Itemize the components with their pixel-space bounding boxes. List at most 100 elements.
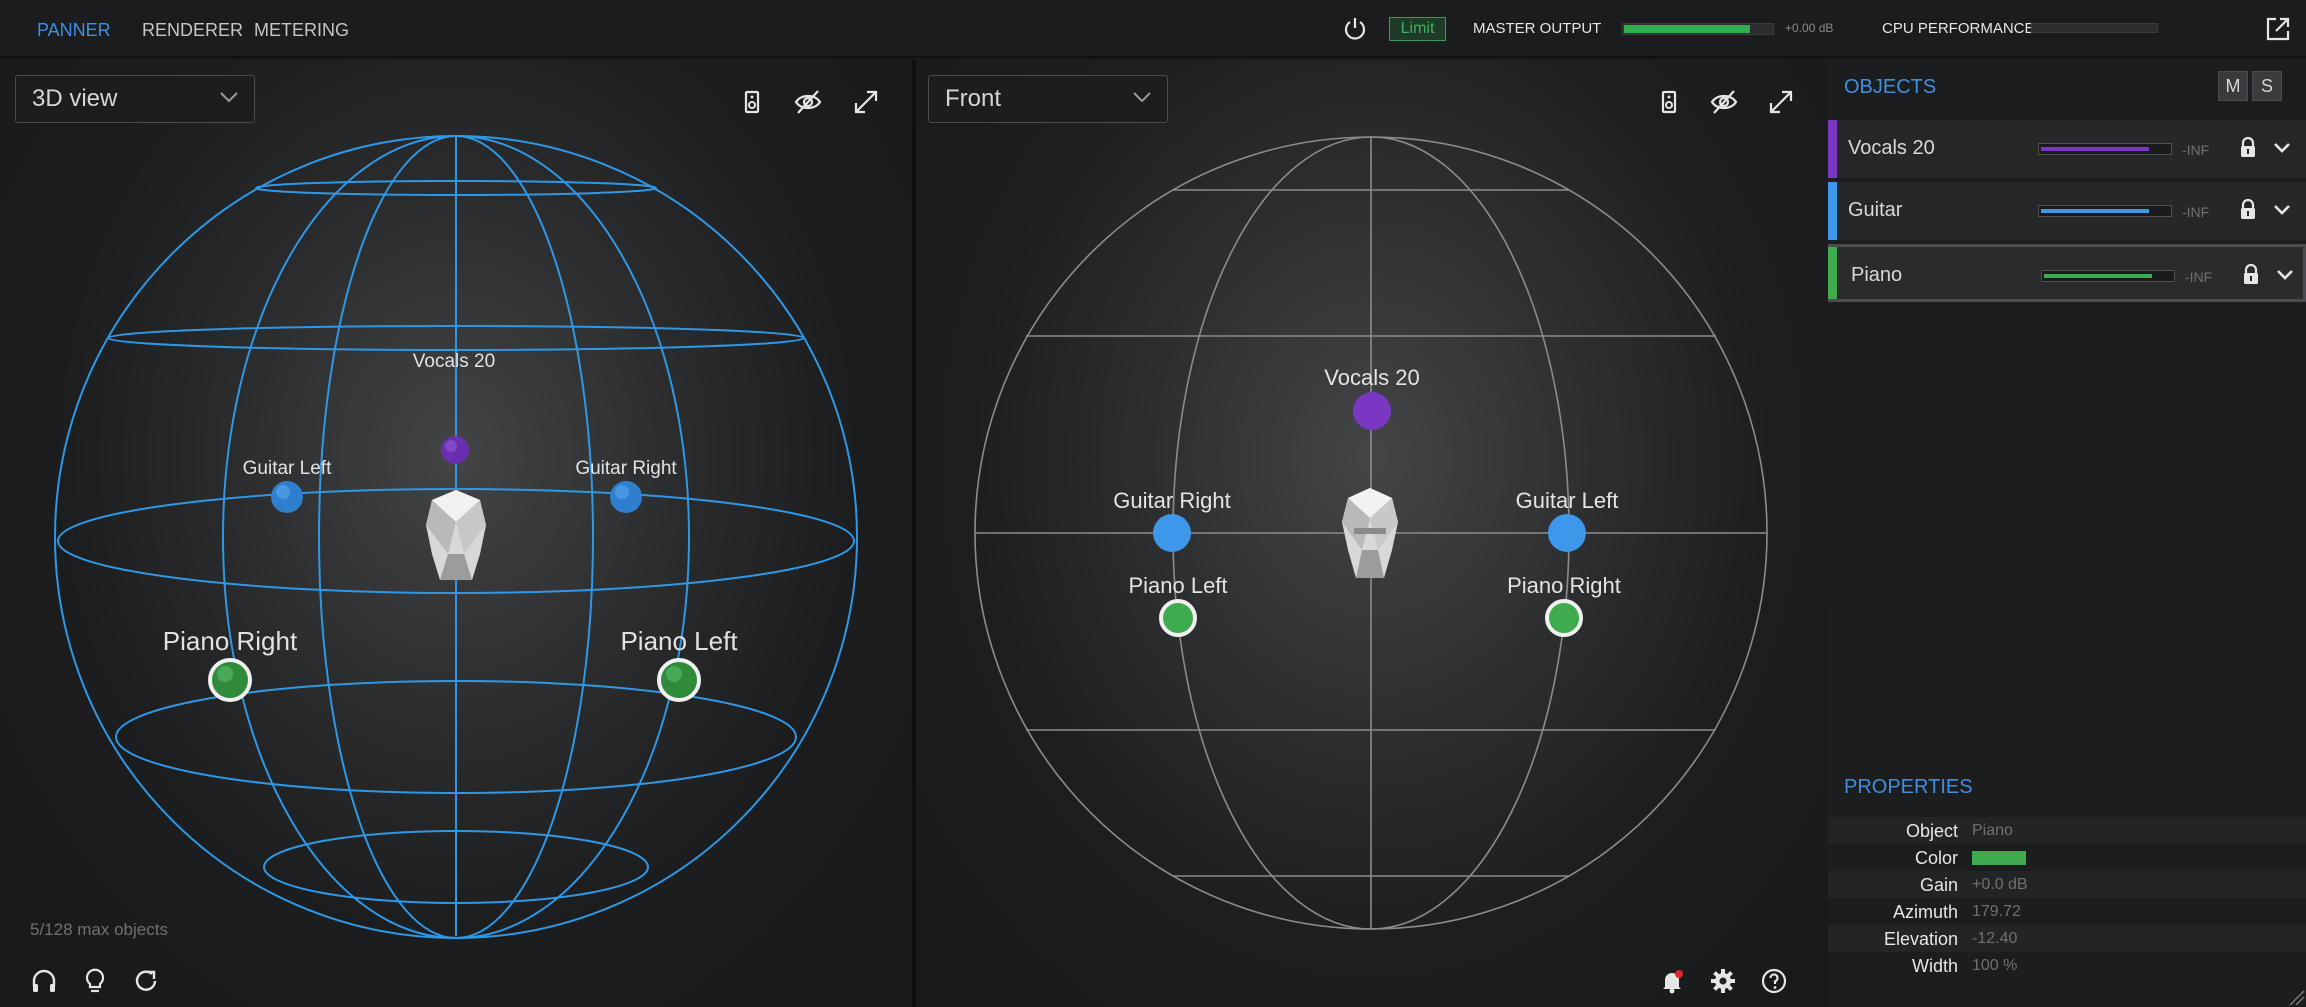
label-vocals-3d: Vocals 20 bbox=[413, 351, 495, 372]
property-row: Object Piano bbox=[1828, 817, 2306, 844]
cpu-performance-label: CPU PERFORMANCE bbox=[1882, 20, 2035, 37]
object-level-db: -INF bbox=[2182, 204, 2210, 220]
chevron-down-icon[interactable] bbox=[2275, 267, 2295, 283]
help-icon[interactable] bbox=[1759, 966, 1789, 996]
object-vocals-front[interactable] bbox=[1353, 392, 1391, 430]
property-value[interactable]: 100 % bbox=[1972, 957, 2017, 975]
property-value[interactable]: -12.40 bbox=[1972, 930, 2017, 948]
top-bar: PANNER RENDERER METERING Limit MASTER OU… bbox=[0, 0, 2306, 58]
label-piano-left-3d: Piano Left bbox=[620, 626, 738, 656]
popout-icon[interactable] bbox=[2263, 14, 2293, 44]
label-guitar-left-front: Guitar Left bbox=[1516, 488, 1619, 513]
lock-icon[interactable] bbox=[2238, 136, 2258, 158]
object-guitar-left-3d[interactable] bbox=[271, 481, 303, 513]
sphere-front-scene[interactable]: Vocals 20 Guitar Right Guitar Left Piano… bbox=[916, 60, 1828, 1007]
property-label: Color bbox=[1914, 848, 1958, 868]
solo-button[interactable]: S bbox=[2252, 71, 2282, 101]
gear-icon[interactable] bbox=[1708, 966, 1738, 996]
object-piano-left-3d[interactable] bbox=[657, 658, 701, 702]
object-name: Guitar bbox=[1848, 199, 1903, 221]
expand-icon[interactable] bbox=[1765, 86, 1797, 118]
sidebar: OBJECTS M S Vocals 20 -INF Guitar -INF Piano… bbox=[1828, 60, 2306, 1007]
object-guitar-left-front[interactable] bbox=[1548, 514, 1586, 552]
property-label: Gain bbox=[1919, 875, 1958, 895]
property-row: Elevation -12.40 bbox=[1828, 925, 2306, 952]
object-level-meter bbox=[2041, 270, 2175, 282]
label-piano-right-front: Piano Right bbox=[1507, 573, 1621, 598]
lock-icon[interactable] bbox=[2241, 263, 2261, 285]
limit-toggle[interactable]: Limit bbox=[1389, 17, 1446, 41]
tab-renderer[interactable]: RENDERER bbox=[142, 20, 243, 41]
object-level-fill bbox=[2041, 147, 2149, 151]
chevron-down-icon[interactable] bbox=[2272, 202, 2292, 218]
chevron-down-icon bbox=[220, 92, 238, 103]
objects-title: OBJECTS bbox=[1844, 76, 1937, 98]
mute-button[interactable]: M bbox=[2218, 71, 2248, 101]
label-guitar-left-3d: Guitar Left bbox=[243, 458, 332, 479]
master-output-db: +0.00 dB bbox=[1785, 21, 1834, 35]
eye-off-icon[interactable] bbox=[1708, 86, 1740, 118]
label-vocals-front: Vocals 20 bbox=[1324, 365, 1419, 390]
object-piano-right-3d[interactable] bbox=[208, 658, 252, 702]
color-swatch[interactable] bbox=[1972, 851, 2026, 865]
property-label: Azimuth bbox=[1892, 902, 1958, 922]
tab-panner[interactable]: PANNER bbox=[37, 20, 111, 41]
view-mode-select-right[interactable]: Front bbox=[928, 75, 1168, 123]
refresh-icon[interactable] bbox=[131, 966, 161, 996]
object-count: 5/128 max objects bbox=[30, 920, 168, 939]
property-value[interactable]: +0.0 dB bbox=[1972, 876, 2028, 894]
lock-icon[interactable] bbox=[2238, 198, 2258, 220]
chevron-down-icon bbox=[1133, 92, 1151, 103]
object-guitar-right-3d[interactable] bbox=[610, 481, 642, 513]
view-mode-select-left[interactable]: 3D view bbox=[15, 75, 255, 123]
resize-grip-icon[interactable] bbox=[2282, 983, 2306, 1007]
object-level-fill bbox=[2044, 274, 2152, 278]
property-row: Azimuth 179.72 bbox=[1828, 898, 2306, 925]
lightbulb-icon[interactable] bbox=[80, 966, 110, 996]
master-output-meter bbox=[1622, 23, 1774, 35]
headphones-icon[interactable] bbox=[29, 966, 59, 996]
chevron-down-icon[interactable] bbox=[2272, 140, 2292, 156]
speaker-icon[interactable] bbox=[1653, 86, 1685, 118]
object-guitar-right-front[interactable] bbox=[1153, 514, 1191, 552]
panner-front-view[interactable]: Vocals 20 Guitar Right Guitar Left Piano… bbox=[916, 60, 1828, 1007]
object-row[interactable]: Vocals 20 -INF bbox=[1828, 120, 2306, 178]
view-mode-value: 3D view bbox=[32, 85, 118, 112]
master-output-label: MASTER OUTPUT bbox=[1473, 20, 1602, 37]
property-value[interactable]: Piano bbox=[1972, 822, 2013, 840]
listener-head-icon bbox=[426, 490, 486, 580]
object-row[interactable]: Piano -INF bbox=[1828, 244, 2306, 302]
property-value[interactable]: 179.72 bbox=[1972, 903, 2021, 921]
expand-icon[interactable] bbox=[850, 86, 882, 118]
speaker-icon[interactable] bbox=[736, 86, 768, 118]
property-row: Gain +0.0 dB bbox=[1828, 871, 2306, 898]
object-level-db: -INF bbox=[2182, 142, 2210, 158]
master-output-meter-fill bbox=[1624, 25, 1750, 33]
object-color-stripe bbox=[1828, 182, 1837, 240]
object-level-db: -INF bbox=[2185, 269, 2213, 285]
label-piano-right-3d: Piano Right bbox=[163, 626, 298, 656]
sphere-3d-scene[interactable]: Vocals 20 Guitar Left Guitar Right Piano… bbox=[0, 60, 912, 1007]
object-color-stripe bbox=[1828, 120, 1837, 178]
property-label: Object bbox=[1905, 821, 1958, 841]
bell-icon[interactable] bbox=[1657, 966, 1687, 996]
object-name: Piano bbox=[1851, 264, 1903, 286]
object-piano-right-front[interactable] bbox=[1545, 599, 1583, 637]
power-icon[interactable] bbox=[1340, 14, 1370, 44]
label-guitar-right-front: Guitar Right bbox=[1113, 488, 1230, 513]
object-level-meter bbox=[2038, 143, 2172, 155]
label-piano-left-front: Piano Left bbox=[1128, 573, 1227, 598]
view-mode-value: Front bbox=[945, 85, 1002, 112]
properties-title: PROPERTIES bbox=[1844, 776, 1973, 798]
property-row: Width 100 % bbox=[1828, 952, 2306, 979]
cpu-performance-meter bbox=[2031, 23, 2158, 33]
property-label: Elevation bbox=[1883, 929, 1958, 949]
object-vocals-3d[interactable] bbox=[441, 436, 469, 464]
property-row: Color bbox=[1828, 844, 2306, 871]
panner-3d-view[interactable]: Vocals 20 Guitar Left Guitar Right Piano… bbox=[0, 60, 912, 1007]
eye-off-icon[interactable] bbox=[792, 86, 824, 118]
object-row[interactable]: Guitar -INF bbox=[1828, 182, 2306, 240]
tab-metering[interactable]: METERING bbox=[254, 20, 349, 41]
object-piano-left-front[interactable] bbox=[1159, 599, 1197, 637]
listener-head-icon bbox=[1342, 488, 1398, 578]
